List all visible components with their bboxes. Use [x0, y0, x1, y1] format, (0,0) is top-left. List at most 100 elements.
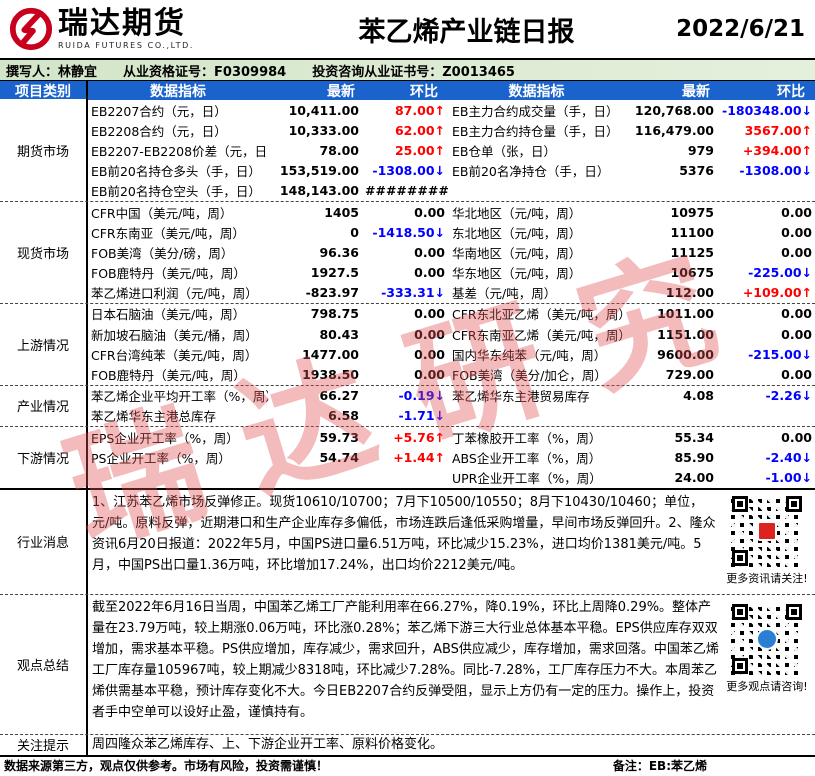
latest-value: 9600.00 — [657, 346, 714, 362]
change-value: -1308.00↓ — [372, 163, 445, 179]
indicator-label: ABS企业开工率（%，周） — [452, 450, 602, 466]
latest-value: 10,411.00 — [288, 102, 359, 118]
table-row: CFR中国（美元/吨，周） 1405 0.00 华北地区（元/吨，周） 10975 0.0… — [88, 202, 815, 222]
table-group: 期货市场 EB2207合约（元，日） 10,411.00 87.00↑ EB主力合约成交… — [0, 100, 815, 201]
change-value: 0.00 — [414, 367, 445, 383]
report-footer: 数据来源第三方，观点仅供参考。市场有风险，投资需谨慎！ 备注：EB:苯乙烯 — [0, 754, 815, 774]
indicator-label: FOB美湾（美分/磅，周） — [91, 245, 234, 261]
indicator-label: EB2208合约（元，日） — [91, 123, 227, 139]
category-label: 期货市场 — [0, 100, 88, 201]
latest-value: 11125 — [670, 244, 715, 260]
latest-value: 6.58 — [328, 408, 359, 424]
qr-code-summary — [731, 602, 803, 675]
latest-value: 729.00 — [665, 367, 714, 383]
viewpoint-summary-text: 截至2022年6月16日当周，中国苯乙烯工厂产能利用率在66.27%，降0.19… — [92, 599, 719, 720]
table-row: EB2207-EB2208价差（元，日） 78.00 25.00↑ EB仓单（张，日）… — [88, 140, 815, 160]
latest-value: 85.90 — [674, 449, 714, 465]
indicator-label: EPS企业开工率（%，周） — [91, 430, 239, 446]
table-row: EB前20名持仓空头（手，日） 148,143.00 ########## — [88, 181, 815, 201]
latest-value: 96.36 — [319, 244, 359, 260]
indicator-label: 华北地区（元/吨，周） — [452, 205, 582, 221]
indicator-label: 苯乙烯企业平均开工率（%，周） — [91, 389, 268, 405]
latest-value: -823.97 — [305, 285, 359, 301]
table-header-row: 项目类别 数据指标 最新 环比 数据指标 最新 环比 — [0, 80, 815, 101]
indicator-label: CFR台湾纯苯（美元/吨，周） — [91, 347, 258, 363]
latest-value: 5376 — [679, 163, 714, 179]
news-qr-block: 更多资讯请关注! — [724, 494, 810, 586]
latest-value: 0 — [350, 224, 359, 240]
qr-finder-icon — [732, 657, 748, 674]
latest-value: 59.73 — [319, 429, 359, 445]
indicator-label: EB前20名持仓多头（手，日） — [91, 164, 261, 180]
latest-value: 24.00 — [674, 469, 714, 485]
latest-value: 1405 — [324, 204, 359, 220]
change-value: 0.00 — [781, 429, 812, 445]
indicator-label: 丁苯橡胶开工率（%，周） — [452, 430, 602, 446]
qr-center-logo-icon — [757, 520, 777, 541]
table-row: FOB鹿特丹（美元/吨，周） 1927.5 0.00 华东地区（元/吨，周） 10675… — [88, 263, 815, 283]
change-value: 0.00 — [781, 326, 812, 342]
category-label: 下游情况 — [0, 427, 88, 488]
indicator-label: EB主力合约成交量（手，日） — [452, 103, 619, 119]
change-value: 0.00 — [414, 306, 445, 322]
author: 撰写人：林静宜 — [6, 64, 98, 80]
category-label: 上游情况 — [0, 303, 88, 385]
table-row: EB2207合约（元，日） 10,411.00 87.00↑ EB主力合约成交量（手，… — [88, 100, 815, 120]
indicator-label: FOB鹿特丹（美元/吨，周） — [91, 266, 246, 282]
change-value: -215.00↓ — [748, 346, 812, 362]
change-value: 0.00 — [781, 204, 812, 220]
category-label: 现货市场 — [0, 201, 88, 303]
summary-qr-caption: 更多观点请咨询! — [726, 679, 808, 693]
indicator-label: EB主力合约持仓量（手，日） — [452, 123, 619, 139]
qualification-number: 从业资格证号：F0309984 — [123, 64, 287, 80]
latest-value: 116,479.00 — [634, 122, 714, 138]
qr-code-news — [731, 494, 803, 567]
attention-alert-text: 周四隆众苯乙烯库存、上、下游企业开工率、原料价格变化。 — [92, 736, 444, 752]
table-body: 期货市场 EB2207合约（元，日） 10,411.00 87.00↑ EB主力合约成交… — [0, 100, 815, 488]
qr-finder-icon — [732, 495, 748, 512]
table-row: EPS企业开工率（%，周） 59.73 +5.76↑ 丁苯橡胶开工率（%，周） 55.3… — [88, 427, 815, 447]
latest-value: 10,333.00 — [288, 122, 359, 138]
col-header-change-left: 环比 — [410, 84, 438, 100]
latest-value: 1151.00 — [657, 326, 714, 342]
table-row: FOB美湾（美分/磅，周） 96.36 0.00 华南地区（元/吨，周） 11125 0.… — [88, 242, 815, 262]
table-row: 苯乙烯进口利润（元/吨，周） -823.97 -333.31↓ 基差（元/吨，周） 11… — [88, 283, 815, 303]
latest-value: 10675 — [670, 265, 715, 281]
table-row: PS企业开工率（%，周） 54.74 +1.44↑ ABS企业开工率（%，周） 85.9… — [88, 447, 815, 467]
change-value: -225.00↓ — [748, 265, 812, 281]
latest-value: 11100 — [670, 224, 715, 240]
change-value: 62.00↑ — [394, 122, 445, 138]
indicator-label: 新加坡石脑油（美元/桶，周） — [91, 327, 258, 343]
change-value: 0.00 — [781, 367, 812, 383]
latest-value: 120,768.00 — [634, 102, 714, 118]
indicator-label: UPR企业开工率（%，周） — [452, 470, 602, 486]
group-rows: EPS企业开工率（%，周） 59.73 +5.76↑ 丁苯橡胶开工率（%，周） 55.3… — [88, 427, 815, 488]
latest-value: 66.27 — [319, 388, 359, 404]
change-value: -2.40↓ — [765, 449, 812, 465]
col-header-category: 项目类别 — [0, 81, 88, 101]
disclaimer-text: 数据来源第三方，观点仅供参考。市场有风险，投资需谨慎！ — [4, 758, 329, 773]
ruida-logo-icon — [9, 7, 53, 51]
change-value: +109.00↑ — [742, 285, 812, 301]
table-row: CFR台湾纯苯（美元/吨，周） 1477.00 0.00 国内华东纯苯（元/吨，周） 9… — [88, 344, 815, 364]
change-value: ########## — [365, 183, 448, 199]
indicator-label: 东北地区（元/吨，周） — [452, 225, 582, 241]
table-row: 新加坡石脑油（美元/桶，周） 80.43 0.00 CFR东南亚乙烯（美元/吨，周） 1… — [88, 324, 815, 344]
change-value: 25.00↑ — [394, 142, 445, 158]
indicator-label: EB前20名持仓空头（手，日） — [91, 184, 261, 200]
latest-value: 1477.00 — [302, 346, 359, 362]
table-row: CFR东南亚（美元/吨，周） 0 -1418.50↓ 东北地区（元/吨，周） 11100… — [88, 222, 815, 242]
news-qr-caption: 更多资讯请关注! — [726, 571, 808, 585]
latest-value: 979 — [687, 142, 714, 158]
table-row: 苯乙烯华东主港总库存 6.58 -1.71↓ — [88, 406, 815, 426]
table-group: 产业情况 苯乙烯企业平均开工率（%，周） 66.27 -0.19↓ 苯乙烯华东主港贸易库… — [0, 384, 815, 426]
section-viewpoint-summary: 观点总结 截至2022年6月16日当周，中国苯乙烯工厂产能利用率在66.27%，… — [0, 593, 815, 734]
indicator-label: 华东地区（元/吨，周） — [452, 266, 582, 282]
table-row: 苯乙烯企业平均开工率（%，周） 66.27 -0.19↓ 苯乙烯华东主港贸易库存 4.0… — [88, 386, 815, 406]
latest-value: 55.34 — [674, 429, 714, 445]
section-attention-alert: 关注提示 周四隆众苯乙烯库存、上、下游企业开工率、原料价格变化。 — [0, 733, 815, 755]
table-group: 现货市场 CFR中国（美元/吨，周） 1405 0.00 华北地区（元/吨，周） 1097… — [0, 200, 815, 303]
latest-value: 80.43 — [319, 326, 359, 342]
latest-value: 54.74 — [319, 449, 359, 465]
indicator-label: CFR东南亚乙烯（美元/吨，周） — [452, 327, 625, 343]
